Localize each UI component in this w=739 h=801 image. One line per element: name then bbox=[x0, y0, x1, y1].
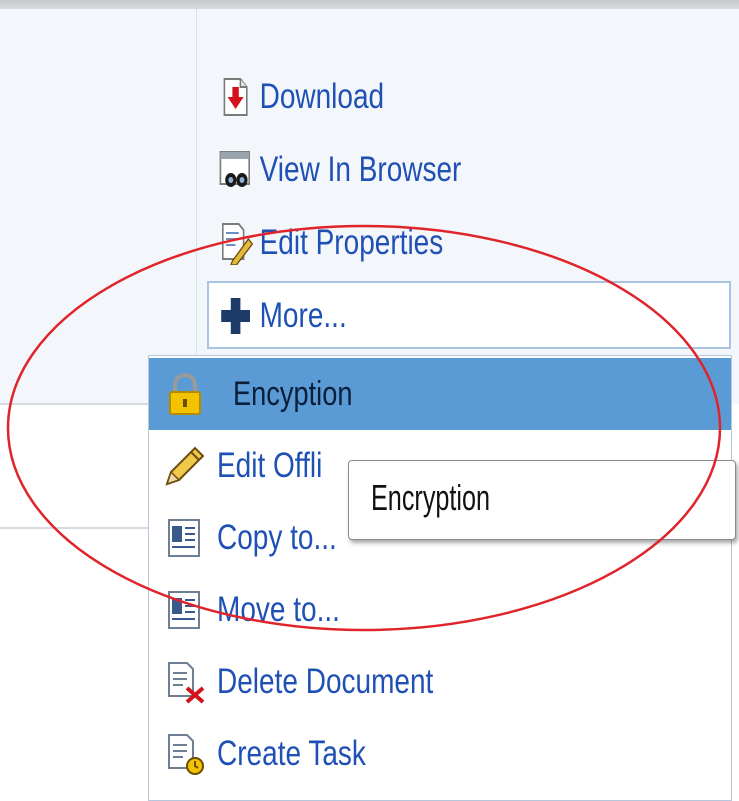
lock-icon bbox=[169, 373, 201, 415]
edit-properties-label: Edit Properties bbox=[259, 223, 444, 262]
menu-item-label: Delete Document bbox=[217, 662, 434, 701]
menu-item-move-to[interactable]: Move to... bbox=[149, 574, 731, 646]
view-in-browser-label: View In Browser bbox=[259, 150, 462, 189]
menu-item-encryption[interactable]: Encyption bbox=[149, 358, 731, 430]
menu-item-label: Copy to... bbox=[217, 518, 337, 557]
pencil-icon bbox=[165, 446, 205, 486]
row-divider bbox=[0, 527, 150, 529]
menu-item-create-task[interactable]: Create Task bbox=[149, 718, 731, 790]
view-in-browser-icon bbox=[219, 151, 251, 187]
move-document-icon bbox=[168, 591, 200, 629]
view-in-browser-action[interactable]: View In Browser bbox=[218, 148, 461, 192]
plus-icon bbox=[221, 298, 250, 334]
more-label: More... bbox=[259, 296, 347, 335]
download-label: Download bbox=[259, 77, 385, 116]
create-task-icon bbox=[168, 734, 204, 775]
menu-item-label: Move to... bbox=[217, 590, 340, 629]
top-bar bbox=[0, 0, 739, 9]
more-menu: Encyption Edit Offli Copy to... Move to.… bbox=[148, 355, 732, 801]
edit-properties-icon bbox=[222, 223, 254, 265]
more-action[interactable]: More... bbox=[218, 294, 347, 338]
copy-document-icon bbox=[168, 519, 200, 557]
left-panel bbox=[0, 9, 196, 404]
tooltip-text: Encryption bbox=[371, 477, 491, 518]
menu-item-label: Edit Offli bbox=[217, 446, 323, 485]
menu-item-label: Create Task bbox=[217, 734, 366, 773]
menu-item-label: Encyption bbox=[233, 374, 353, 413]
edit-properties-action[interactable]: Edit Properties bbox=[218, 221, 443, 265]
delete-document-icon bbox=[168, 662, 205, 704]
download-action[interactable]: Download bbox=[218, 75, 384, 119]
row-divider bbox=[0, 403, 150, 405]
menu-item-delete-document[interactable]: Delete Document bbox=[149, 646, 731, 718]
download-icon bbox=[223, 78, 248, 116]
encryption-tooltip: Encryption bbox=[348, 460, 736, 540]
